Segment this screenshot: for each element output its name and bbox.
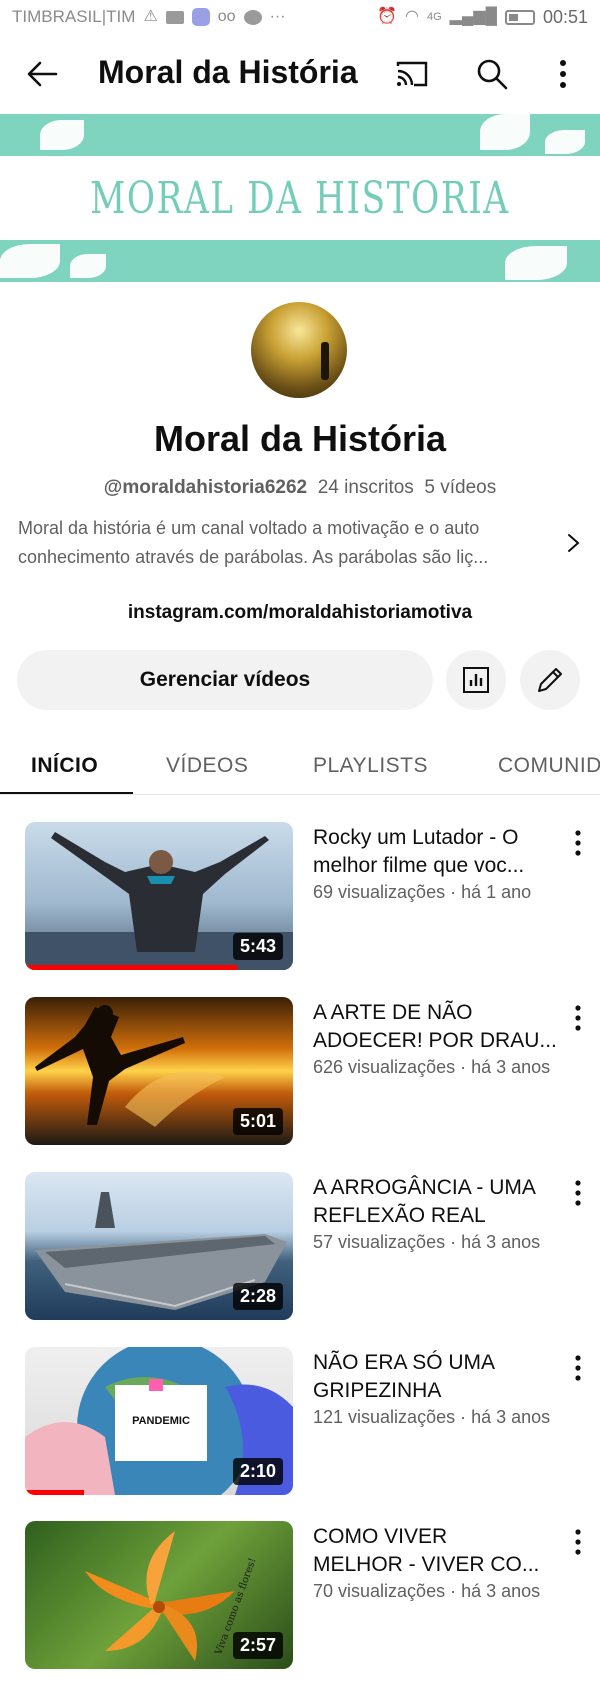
signal-icon: ▂▄▆█: [449, 8, 497, 25]
network-type-label: 4G: [426, 10, 442, 23]
video-meta: 57 visualizações · há 3 anos: [313, 1232, 541, 1252]
banner-flower-decoration: [0, 244, 60, 278]
banner-flower-decoration: [70, 254, 106, 278]
tab-playlists[interactable]: PLAYLISTS: [313, 754, 428, 778]
avatar-figure: [321, 342, 329, 380]
status-bar: TIMBRASIL|TIM ⚠ ᴏᴏ ··· ⏰ ◠ 4G ▂▄▆█ 00:51: [0, 0, 600, 34]
manage-videos-button[interactable]: Gerenciar vídeos: [17, 650, 433, 710]
app-notification-icon: [191, 8, 210, 26]
banner-flower-decoration: [40, 120, 84, 150]
clock: 00:51: [542, 6, 588, 27]
video-meta: 626 visualizações · há 3 anos: [313, 1057, 551, 1077]
more-notifications-icon: ···: [269, 8, 286, 25]
carrier-label: TIMBRASIL|TIM: [12, 7, 136, 26]
watch-progress-bar: [25, 1490, 84, 1495]
wifi-icon: ◠: [405, 8, 419, 25]
video-duration: 5:01: [232, 1108, 283, 1135]
video-title[interactable]: COMO VIVER MELHOR - VIVER CO...: [313, 1523, 558, 1579]
thumbnail-caption: PANDEMIC: [132, 1415, 190, 1427]
channel-meta: @moraldahistoria6262 24 inscritos 5 víde…: [0, 477, 600, 499]
video-thumbnail[interactable]: 5:01: [25, 997, 293, 1145]
chevron-right-icon[interactable]: [562, 532, 584, 554]
video-list-item[interactable]: Viva como as flores! 2:57 COMO VIVER MEL…: [0, 1521, 600, 1671]
chat-icon: [243, 9, 262, 25]
channel-name: Moral da História: [153, 418, 447, 459]
banner-flower-decoration: [545, 130, 585, 154]
banner-text-strip: MORAL DA HISTORIA: [0, 156, 600, 240]
avatar[interactable]: [251, 302, 347, 398]
video-title-line: Rocky um Lutador - O: [313, 826, 519, 849]
video-title-line: A ARROGÂNCIA - UMA: [313, 1176, 536, 1199]
description-line: conhecimento através de parábolas. As pa…: [18, 547, 489, 567]
video-meta: 69 visualizações · há 1 ano: [313, 882, 532, 902]
video-list-item[interactable]: PANDEMIC 2:10 NÃO ERA SÓ UMA GRIPEZINHA …: [0, 1347, 600, 1497]
video-title-line: A ARTE DE NÃO: [313, 1001, 473, 1024]
video-title-line: COMO VIVER: [313, 1525, 448, 1548]
tab-inicio[interactable]: INÍCIO: [31, 754, 98, 778]
video-duration: 2:10: [232, 1458, 283, 1485]
channel-link[interactable]: instagram.com/moraldahistoriamotiva: [0, 602, 600, 624]
warning-icon: ⚠: [143, 8, 158, 25]
banner-title: MORAL DA HISTORIA: [90, 172, 510, 224]
video-title[interactable]: A ARROGÂNCIA - UMA REFLEXÃO REAL: [313, 1174, 558, 1230]
video-title-line: ADOECER! POR DRAU...: [313, 1029, 557, 1052]
back-arrow-icon[interactable]: [22, 54, 62, 94]
video-list-item[interactable]: 2:28 A ARROGÂNCIA - UMA REFLEXÃO REAL 57…: [0, 1172, 600, 1322]
video-title[interactable]: Rocky um Lutador - O melhor filme que vo…: [313, 824, 558, 880]
more-vert-icon[interactable]: [545, 54, 581, 94]
more-vert-icon[interactable]: [566, 826, 590, 860]
search-icon[interactable]: [472, 54, 512, 94]
tab-comunidade[interactable]: COMUNIDADE: [498, 754, 600, 778]
more-vert-icon[interactable]: [566, 1351, 590, 1385]
edit-pencil-icon: [538, 668, 562, 692]
video-meta: 70 visualizações · há 3 anos: [313, 1581, 541, 1601]
description-line: Moral da história é um canal voltado a m…: [18, 518, 480, 538]
channel-description[interactable]: Moral da história é um canal voltado a m…: [18, 514, 548, 572]
more-vert-icon[interactable]: [566, 1176, 590, 1210]
active-tab-indicator: [0, 792, 133, 794]
subscriber-count: 24 inscritos: [317, 477, 414, 498]
video-thumbnail[interactable]: 2:28: [25, 1172, 293, 1320]
video-title[interactable]: A ARTE DE NÃO ADOECER! POR DRAU...: [313, 999, 558, 1055]
video-title-line: NÃO ERA SÓ UMA: [313, 1351, 496, 1374]
video-duration: 2:28: [232, 1283, 283, 1310]
edit-channel-button[interactable]: [520, 650, 580, 710]
banner-flower-decoration: [505, 246, 567, 280]
analytics-icon: [463, 667, 489, 693]
cast-icon[interactable]: [392, 54, 432, 94]
app-bar: Moral da História: [0, 34, 600, 114]
page-title: Moral da História: [98, 54, 358, 90]
video-title[interactable]: NÃO ERA SÓ UMA GRIPEZINHA: [313, 1349, 558, 1405]
video-title-line: MELHOR - VIVER CO...: [313, 1553, 540, 1576]
video-meta: 121 visualizações · há 3 anos: [313, 1407, 551, 1427]
alarm-icon: ⏰: [377, 8, 398, 25]
more-vert-icon[interactable]: [566, 1525, 590, 1559]
video-duration: 2:57: [232, 1632, 283, 1659]
watch-progress-bar: [25, 965, 237, 970]
voicemail-icon: ᴏᴏ: [217, 8, 236, 25]
video-thumbnail[interactable]: Viva como as flores! 2:57: [25, 1521, 293, 1669]
analytics-button[interactable]: [446, 650, 506, 710]
video-count: 5 vídeos: [424, 477, 497, 498]
video-title-line: GRIPEZINHA: [313, 1379, 442, 1402]
video-list-item[interactable]: 5:01 A ARTE DE NÃO ADOECER! POR DRAU... …: [0, 997, 600, 1147]
video-duration: 5:43: [232, 933, 283, 960]
video-thumbnail[interactable]: PANDEMIC 2:10: [25, 1347, 293, 1495]
battery-icon: [504, 9, 535, 25]
channel-banner: MORAL DA HISTORIA: [0, 114, 600, 282]
tab-videos[interactable]: VÍDEOS: [166, 754, 248, 778]
channel-handle: @moraldahistoria6262: [103, 477, 308, 498]
more-vert-icon[interactable]: [566, 1001, 590, 1035]
video-list-item[interactable]: 5:43 Rocky um Lutador - O melhor filme q…: [0, 822, 600, 972]
video-title-line: REFLEXÃO REAL: [313, 1204, 486, 1227]
video-title-line: melhor filme que voc...: [313, 854, 525, 877]
banner-flower-decoration: [480, 114, 530, 150]
channel-tabs: INÍCIO VÍDEOS PLAYLISTS COMUNIDADE: [0, 740, 600, 795]
video-thumbnail[interactable]: 5:43: [25, 822, 293, 970]
email-icon: [165, 10, 184, 24]
